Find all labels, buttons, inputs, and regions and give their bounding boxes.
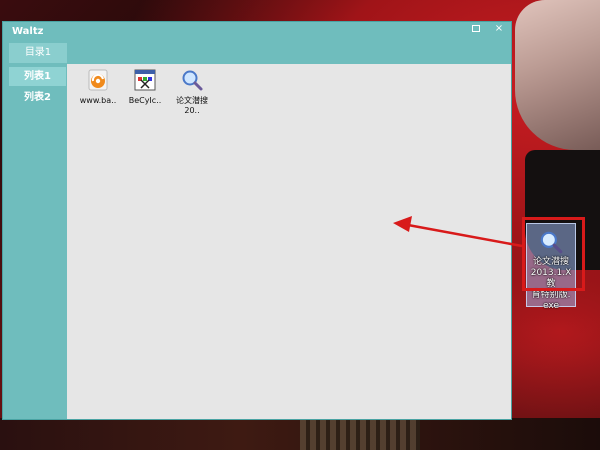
file-list-panel: www.ba.. BeCyIc.. 论文潜搜 20.. [67, 64, 511, 419]
window-title: Waltz [12, 26, 44, 37]
file-name-line1: 论文潜搜 [176, 96, 208, 105]
wallpaper-hat-shape [515, 0, 600, 150]
close-button[interactable]: × [490, 22, 508, 36]
file-name: BeCyIc.. [128, 96, 162, 105]
magnifier-search-icon [180, 68, 204, 92]
tab-strip [3, 42, 511, 64]
file-name: www.ba.. [79, 96, 117, 105]
restore-button[interactable] [467, 22, 485, 36]
file-name: 论文潜搜 20.. [169, 96, 215, 116]
file-item-browser[interactable]: www.ba.. [75, 68, 121, 106]
title-bar[interactable]: Waltz × [3, 22, 511, 42]
icon-editor-app-icon [133, 68, 157, 92]
restore-icon [472, 24, 480, 32]
sidebar-item-list2[interactable]: 列表2 [9, 88, 66, 107]
file-item-becyicon[interactable]: BeCyIc.. [122, 68, 168, 106]
browser-orange-icon [86, 68, 110, 92]
wallpaper-gun-shape [300, 420, 420, 450]
highlight-box [522, 217, 585, 291]
file-item-search-tool[interactable]: 论文潜搜 20.. [169, 68, 215, 116]
sidebar: 列表1 列表2 [3, 64, 67, 419]
waltz-window: Waltz × 目录1 列表1 列表2 www.ba.. BeCyIc.. 论文… [2, 21, 512, 420]
sidebar-item-list1[interactable]: 列表1 [9, 67, 66, 86]
desktop-icon-label-line3: 育特别版.exe [531, 290, 571, 311]
file-name-line2: 20.. [184, 106, 200, 115]
tab-catalog-1[interactable]: 目录1 [9, 43, 67, 63]
